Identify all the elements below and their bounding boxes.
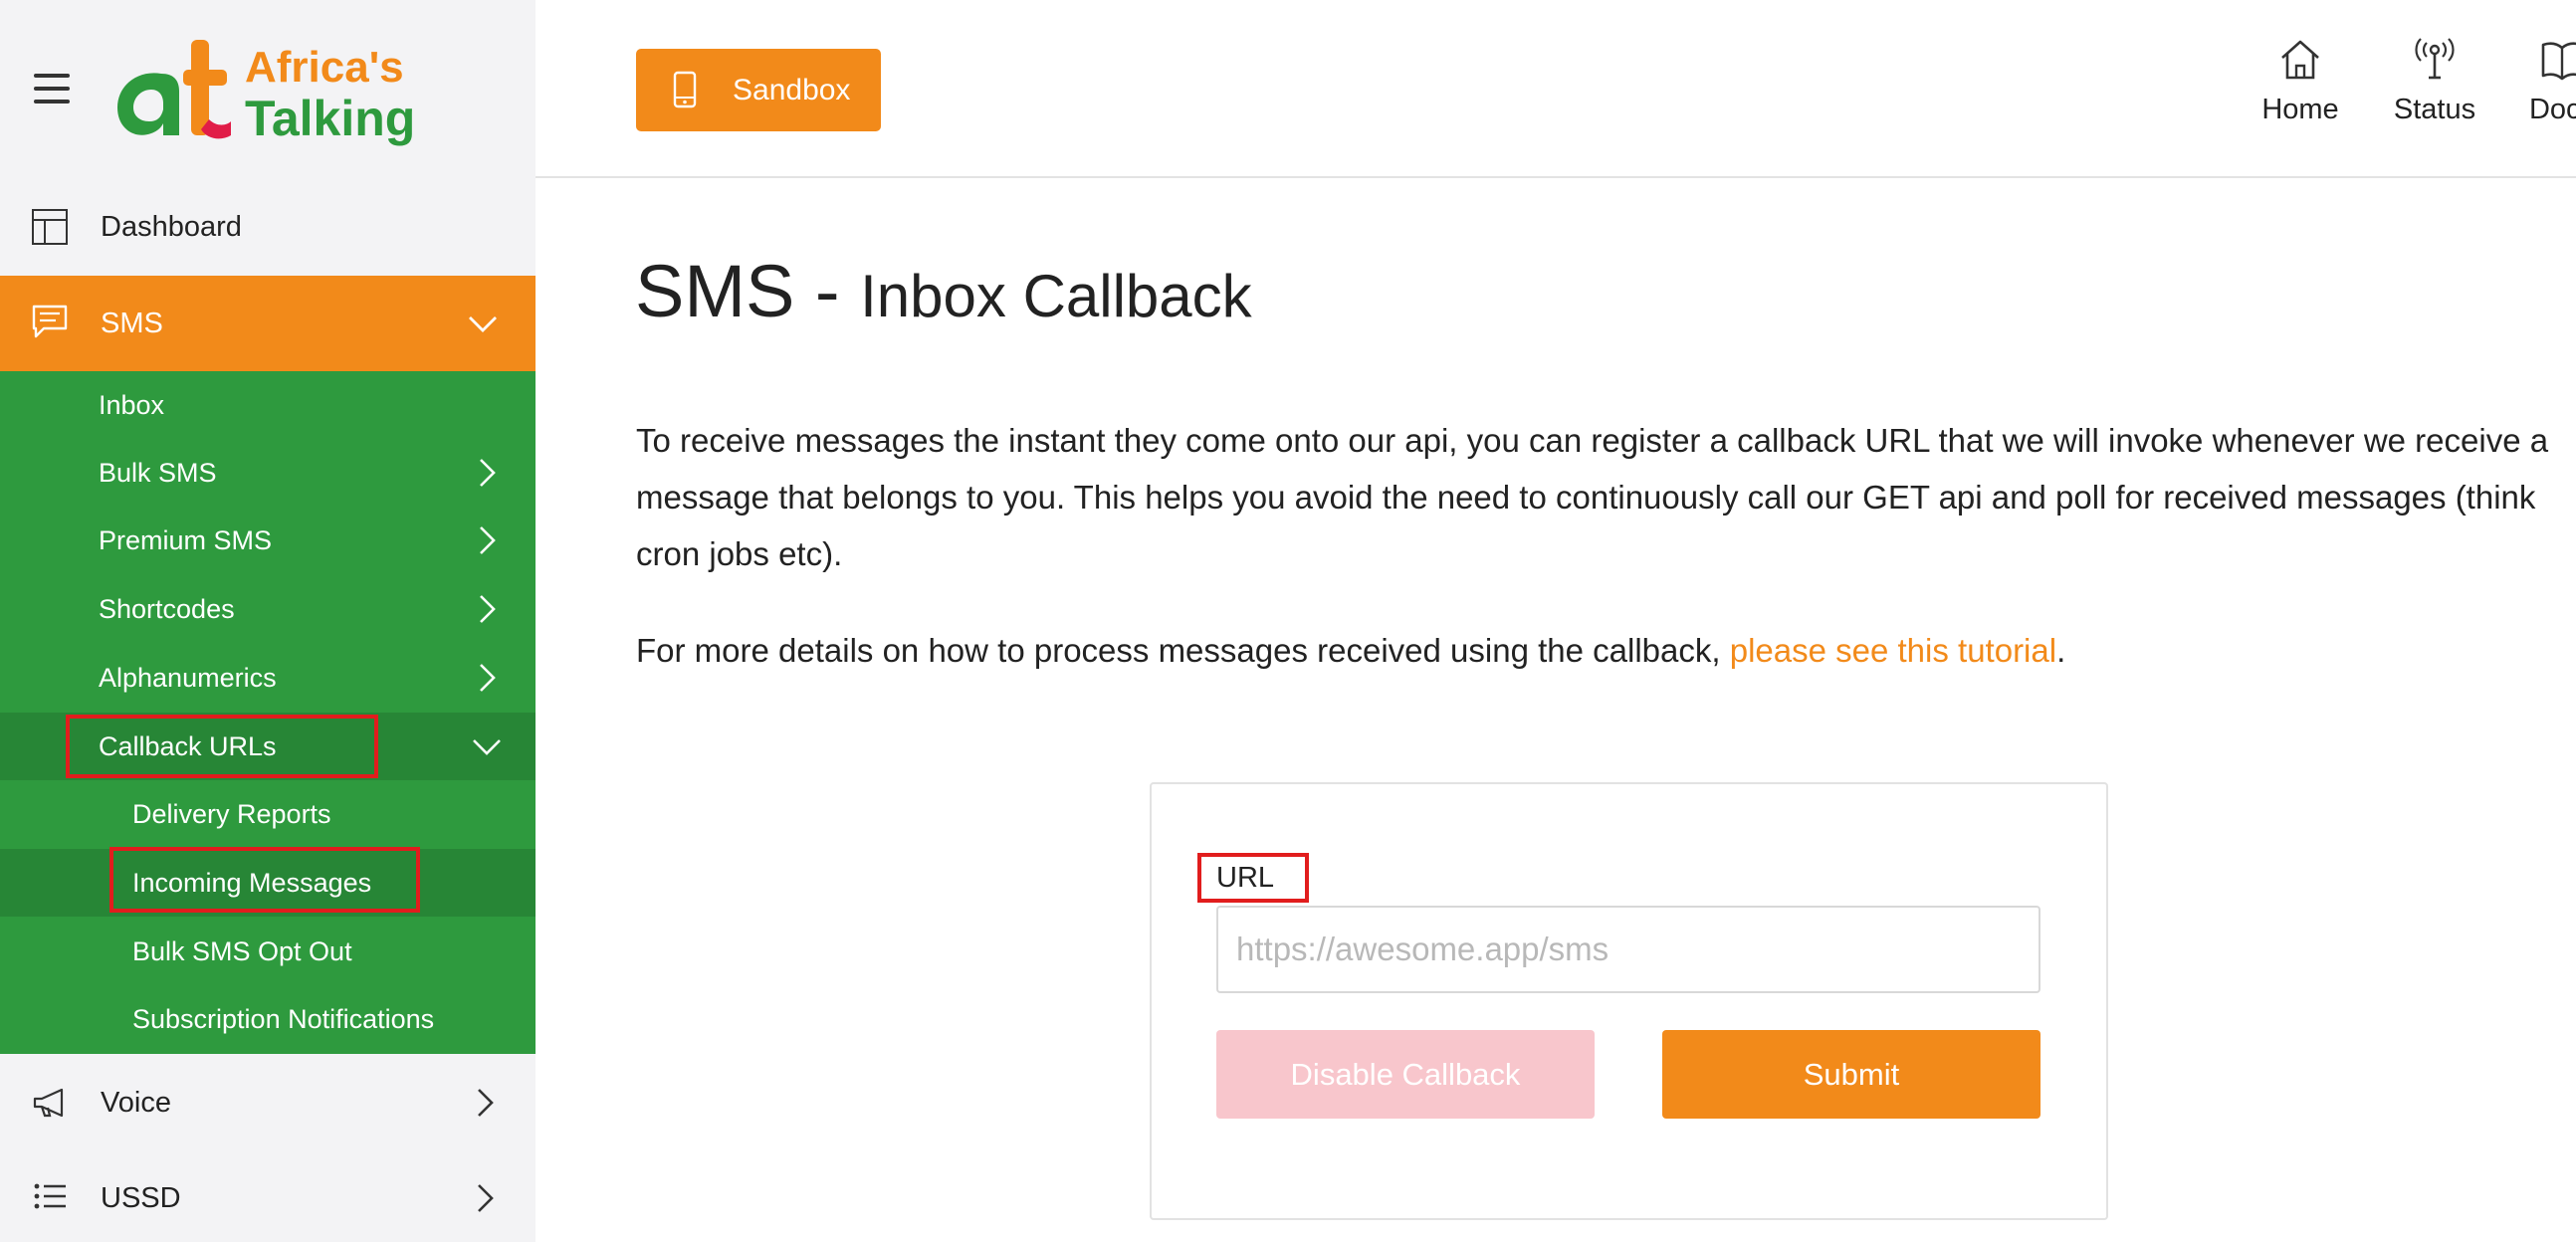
- sidebar-item-label: USSD: [101, 1181, 181, 1214]
- sidebar-item-inbox[interactable]: Inbox: [0, 371, 536, 439]
- url-input[interactable]: [1216, 906, 2040, 993]
- logo-line1: Africa's: [245, 43, 404, 92]
- chevron-right-icon: [480, 526, 496, 554]
- docs-label: Docs: [2528, 94, 2576, 125]
- sidebar-item-bulk-sms-opt-out[interactable]: Bulk SMS Opt Out: [0, 918, 536, 985]
- sidebar-item-alphanumerics[interactable]: Alphanumerics: [0, 644, 536, 712]
- home-link[interactable]: Home: [2241, 36, 2360, 145]
- submit-button[interactable]: Submit: [1662, 1030, 2040, 1119]
- highlight-box-incoming-messages: [109, 847, 420, 913]
- sidebar-item-label: Inbox: [99, 389, 165, 420]
- sidebar-item-label: SMS: [101, 307, 163, 339]
- sidebar-item-label: Bulk SMS: [99, 457, 217, 488]
- sidebar: Africa's Talking Dashboard SMS Inbox Bul…: [0, 0, 536, 1242]
- sidebar-item-label: Subscription Notifications: [132, 1003, 435, 1034]
- highlight-box-callback-urls: [66, 715, 378, 778]
- sidebar-item-ussd[interactable]: USSD: [0, 1160, 536, 1236]
- chevron-right-icon: [478, 1184, 494, 1212]
- hamburger-icon[interactable]: [34, 74, 70, 104]
- sidebar-item-label: Voice: [101, 1086, 171, 1119]
- chat-icon: [32, 305, 68, 338]
- dashboard-icon: [32, 209, 68, 245]
- sidebar-item-subscription-notifications[interactable]: Subscription Notifications: [0, 985, 536, 1053]
- sidebar-item-voice[interactable]: Voice: [0, 1065, 536, 1140]
- status-link[interactable]: Status: [2375, 36, 2494, 145]
- page-title-main: SMS -: [635, 250, 840, 332]
- sidebar-item-label: Shortcodes: [99, 593, 235, 624]
- sandbox-button[interactable]: Sandbox: [636, 49, 881, 131]
- sidebar-item-premium-sms[interactable]: Premium SMS: [0, 507, 536, 574]
- sidebar-item-label: Bulk SMS Opt Out: [132, 935, 352, 966]
- sidebar-item-delivery-reports[interactable]: Delivery Reports: [0, 780, 536, 848]
- chevron-right-icon: [480, 459, 496, 487]
- chevron-right-icon: [480, 664, 496, 692]
- book-icon: [2541, 42, 2576, 81]
- callback-form-card: [1150, 782, 2108, 1220]
- sandbox-label: Sandbox: [733, 73, 851, 106]
- tutorial-prefix: For more details on how to process messa…: [636, 632, 1721, 669]
- chevron-right-icon: [478, 1089, 494, 1117]
- sms-submenu: Inbox Bulk SMS Premium SMS Shortcodes Al…: [0, 371, 536, 1054]
- sidebar-item-bulk-sms[interactable]: Bulk SMS: [0, 439, 536, 507]
- highlight-box-url-label: [1197, 853, 1309, 903]
- chevron-down-icon: [469, 316, 497, 332]
- tutorial-suffix: .: [2056, 632, 2066, 669]
- africas-talking-logo[interactable]: Africa's Talking: [100, 30, 438, 149]
- sidebar-item-sms[interactable]: SMS: [0, 276, 536, 371]
- sidebar-item-label: Delivery Reports: [132, 798, 331, 829]
- disable-callback-button[interactable]: Disable Callback: [1216, 1030, 1595, 1119]
- sidebar-item-label: Dashboard: [101, 210, 242, 243]
- home-icon: [2281, 40, 2319, 80]
- home-label: Home: [2261, 94, 2339, 125]
- chevron-right-icon: [480, 595, 496, 623]
- list-icon: [34, 1183, 66, 1209]
- chevron-down-icon: [473, 739, 501, 755]
- brand: Africa's Talking: [0, 0, 536, 179]
- sidebar-item-label: Alphanumerics: [99, 662, 277, 693]
- tutorial-paragraph: For more details on how to process messa…: [636, 622, 2065, 679]
- phone-icon: [673, 71, 697, 108]
- antenna-icon: [2415, 38, 2455, 80]
- megaphone-icon: [33, 1088, 64, 1118]
- page-title-sub: Inbox Callback: [860, 263, 1252, 329]
- sidebar-item-shortcodes[interactable]: Shortcodes: [0, 575, 536, 643]
- status-label: Status: [2393, 94, 2476, 125]
- docs-link[interactable]: Docs: [2502, 36, 2576, 145]
- sidebar-item-dashboard[interactable]: Dashboard: [0, 189, 536, 265]
- top-bar: Sandbox Home Status Docs: [536, 0, 2576, 178]
- tutorial-link[interactable]: please see this tutorial: [1730, 632, 2056, 669]
- logo-line2: Talking: [245, 91, 415, 146]
- page-title: SMS - Inbox Callback: [635, 249, 1252, 333]
- intro-paragraph: To receive messages the instant they com…: [636, 422, 2549, 572]
- sidebar-item-label: Premium SMS: [99, 524, 273, 555]
